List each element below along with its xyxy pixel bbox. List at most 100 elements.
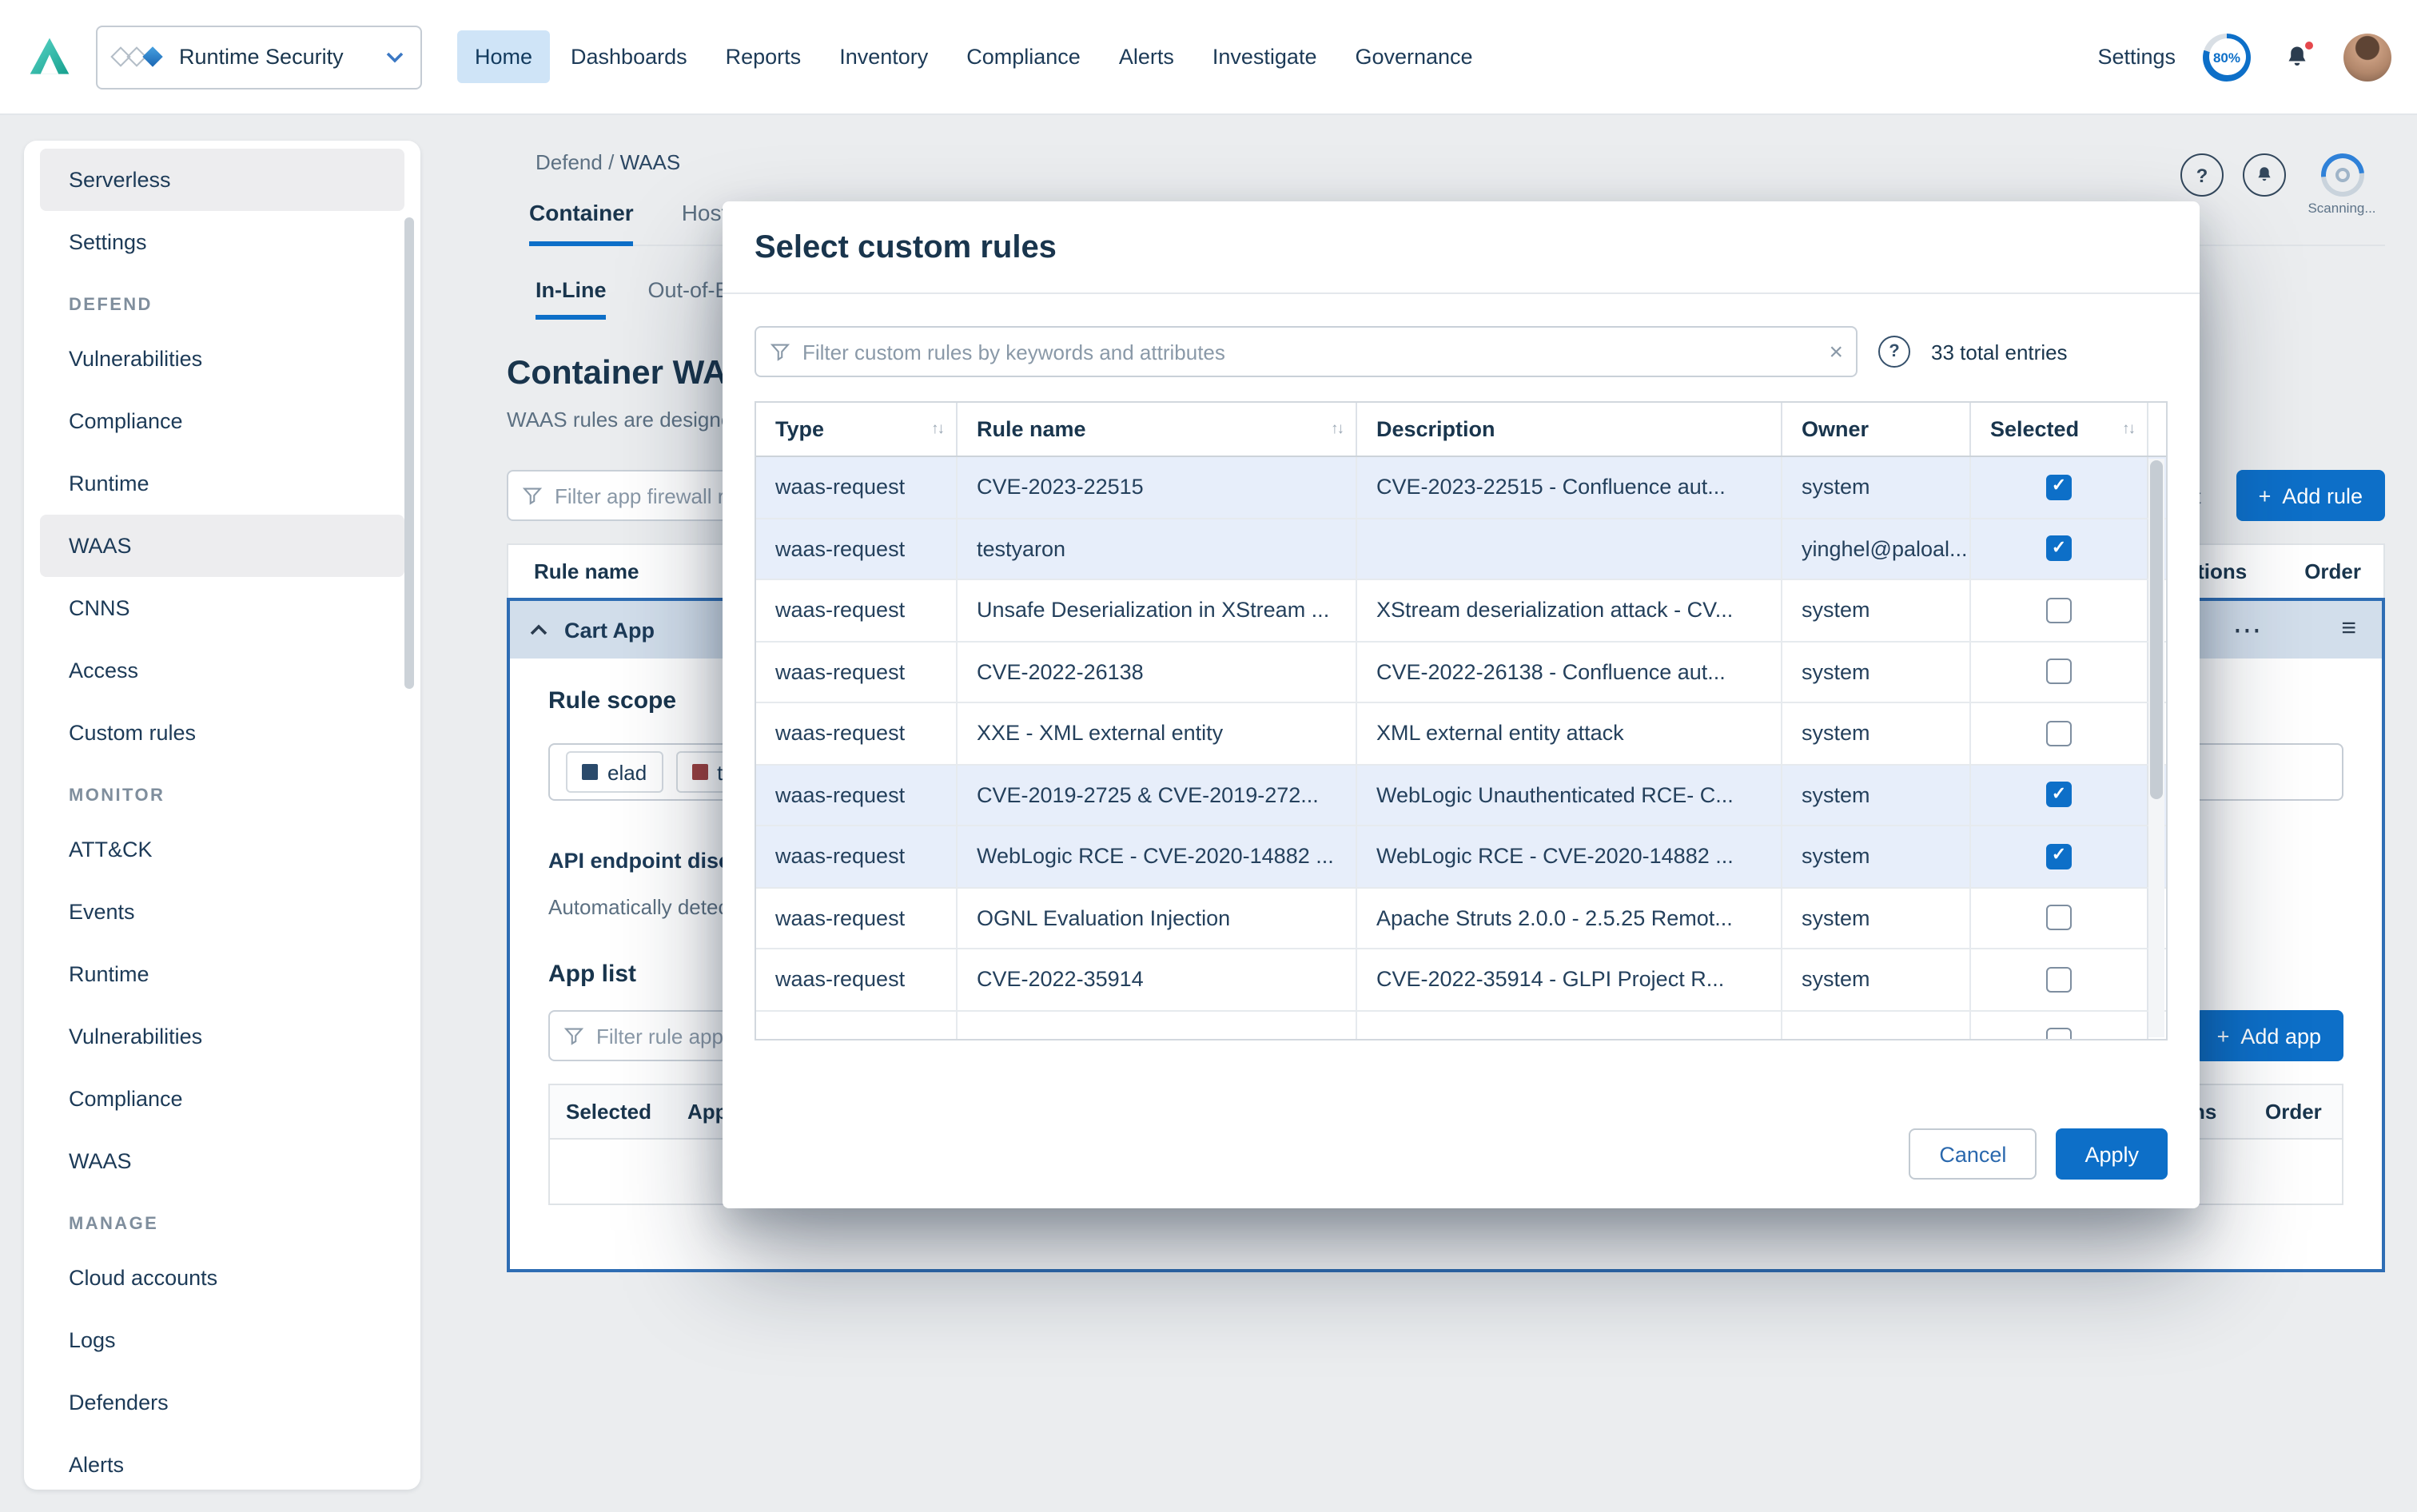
credits-ring[interactable]: 80% (2203, 33, 2251, 81)
product-switcher-label: Runtime Security (179, 45, 379, 69)
collection-chip[interactable]: elad (566, 751, 663, 793)
sidebar-item-runtime-defend[interactable]: Runtime (24, 452, 420, 515)
sidebar-item-cnns[interactable]: CNNS (24, 577, 420, 639)
sidebar-item-logs[interactable]: Logs (24, 1309, 420, 1371)
nav-item-dashboards[interactable]: Dashboards (553, 30, 705, 83)
sidebar-item-events[interactable]: Events (24, 881, 420, 943)
avatar[interactable] (2343, 33, 2391, 81)
product-switcher[interactable]: Runtime Security (96, 25, 422, 89)
sidebar-item-attack[interactable]: ATT&CK (24, 818, 420, 881)
sidebar-item-defenders[interactable]: Defenders (24, 1371, 420, 1434)
table-row[interactable]: waas-request CVE-2019-2725 & CVE-2019-27… (756, 765, 2166, 826)
filter-funnel-icon (563, 1025, 585, 1047)
nav-item-home[interactable]: Home (457, 30, 550, 83)
cell-type: waas-request (756, 765, 958, 825)
sidebar-scrollbar[interactable] (404, 217, 414, 689)
order-header: Order (2304, 559, 2361, 583)
sidebar-item-waas-monitor[interactable]: WAAS (24, 1130, 420, 1192)
cell-rule-name: Unsafe Deserialization in XStream ... (958, 580, 1357, 640)
sidebar-item-compliance-defend[interactable]: Compliance (24, 390, 420, 452)
row-checkbox[interactable] (2046, 536, 2072, 562)
table-scrollbar[interactable] (2148, 459, 2164, 1037)
row-checkbox[interactable] (2046, 844, 2072, 869)
drag-handle-icon[interactable]: ≡ (2341, 617, 2356, 643)
nav-item-compliance[interactable]: Compliance (949, 30, 1098, 83)
table-row[interactable]: waas-request CVE-2022-35914 CVE-2022-359… (756, 949, 2166, 1011)
scanning-label: Scanning... (2307, 200, 2375, 216)
row-checkbox[interactable] (2046, 782, 2072, 808)
col-description: Description (1357, 403, 1782, 456)
notification-dot (2302, 38, 2316, 52)
row-checkbox[interactable] (2046, 598, 2072, 623)
row-checkbox[interactable] (2046, 967, 2072, 993)
nav-item-governance[interactable]: Governance (1337, 30, 1490, 83)
nav-item-investigate[interactable]: Investigate (1195, 30, 1335, 83)
sidebar-item-runtime-monitor[interactable]: Runtime (24, 943, 420, 1005)
cell-description: CVE-2022-26138 - Confluence aut... (1357, 642, 1782, 702)
nav-item-inventory[interactable]: Inventory (822, 30, 946, 83)
cell-rule-name: WebLogic RCE - CVE-2020-14882 ... (958, 826, 1357, 886)
help-icon[interactable]: ? (1878, 336, 1910, 368)
row-checkbox[interactable] (2046, 659, 2072, 685)
sidebar-item-alerts[interactable]: Alerts (24, 1434, 420, 1490)
nav-item-alerts[interactable]: Alerts (1101, 30, 1192, 83)
row-checkbox[interactable] (2046, 475, 2072, 500)
row-checkbox[interactable] (2046, 721, 2072, 746)
notifications-bell-icon[interactable] (2278, 38, 2316, 76)
table-row[interactable]: waas-request WebLogic RCE - CVE-2020-148… (756, 826, 2166, 888)
alerts-bell-icon[interactable] (2243, 153, 2286, 197)
col-type[interactable]: Type↑↓ (756, 403, 958, 456)
row-checkbox[interactable] (2046, 1029, 2072, 1041)
clear-filter-icon[interactable]: × (1829, 340, 1843, 364)
cell-rule-name (958, 1011, 1357, 1040)
table-row[interactable]: waas-request CVE-2022-26138 CVE-2022-261… (756, 642, 2166, 703)
cell-selected (1971, 457, 2147, 517)
breadcrumb-parent[interactable]: Defend (536, 150, 603, 174)
table-row[interactable]: waas-request testyaron yinghel@paloal... (756, 519, 2166, 580)
table-row[interactable]: waas-request CVE-2023-22515 CVE-2023-225… (756, 457, 2166, 519)
sidebar-item-compliance-monitor[interactable]: Compliance (24, 1068, 420, 1130)
table-scrollbar-thumb[interactable] (2150, 460, 2163, 799)
cancel-button[interactable]: Cancel (1909, 1128, 2037, 1180)
screen: Runtime Security Home Dashboards Reports… (0, 0, 2417, 1512)
cell-type: waas-request (756, 703, 958, 763)
plus-icon: + (2259, 483, 2272, 507)
cell-description: XML external entity attack (1357, 703, 1782, 763)
more-actions-icon[interactable]: ⋯ (2232, 615, 2261, 644)
tab-host[interactable]: Host (682, 200, 728, 245)
add-rule-button[interactable]: + Add rule (2236, 470, 2385, 521)
apply-button[interactable]: Apply (2056, 1128, 2168, 1180)
sidebar-item-vulnerabilities-monitor[interactable]: Vulnerabilities (24, 1005, 420, 1068)
sidebar-item-serverless[interactable]: Serverless (40, 149, 404, 211)
row-checkbox[interactable] (2046, 905, 2072, 931)
col-rule-name[interactable]: Rule name↑↓ (958, 403, 1357, 456)
nav-item-reports[interactable]: Reports (708, 30, 819, 83)
sidebar-item-settings[interactable]: Settings (24, 211, 420, 273)
table-row[interactable]: waas-request OGNL Evaluation Injection A… (756, 888, 2166, 949)
col-selected[interactable]: Selected↑↓ (1971, 403, 2147, 456)
table-row[interactable]: waas-request XXE - XML external entity X… (756, 703, 2166, 765)
cell-owner (1782, 1011, 1971, 1040)
help-icon[interactable]: ? (2180, 153, 2224, 197)
subtab-inline[interactable]: In-Line (536, 278, 607, 320)
sidebar-item-access[interactable]: Access (24, 639, 420, 702)
sidebar-item-waas-defend[interactable]: WAAS (40, 515, 404, 577)
total-entries: 33 total entries (1931, 340, 2068, 364)
sidebar-item-custom-rules[interactable]: Custom rules (24, 702, 420, 764)
cell-type: waas-request (756, 642, 958, 702)
custom-rules-filter-input[interactable] (802, 340, 1818, 364)
cell-type: waas-request (756, 519, 958, 579)
settings-link[interactable]: Settings (2097, 45, 2176, 69)
credits-percent: 80% (2203, 33, 2251, 81)
scanning-icon (2311, 145, 2372, 205)
sidebar-item-vulnerabilities-defend[interactable]: Vulnerabilities (24, 328, 420, 390)
cell-selected (1971, 888, 2147, 948)
tab-container[interactable]: Container (529, 200, 634, 246)
modal-footer: Cancel Apply (1909, 1128, 2168, 1180)
table-row[interactable]: waas-request Unsafe Deserialization in X… (756, 580, 2166, 642)
cell-owner: system (1782, 457, 1971, 517)
table-row[interactable] (756, 1011, 2166, 1040)
sidebar-item-cloud-accounts[interactable]: Cloud accounts (24, 1247, 420, 1309)
cell-description (1357, 1011, 1782, 1040)
add-app-button[interactable]: + Add app (2195, 1010, 2343, 1061)
